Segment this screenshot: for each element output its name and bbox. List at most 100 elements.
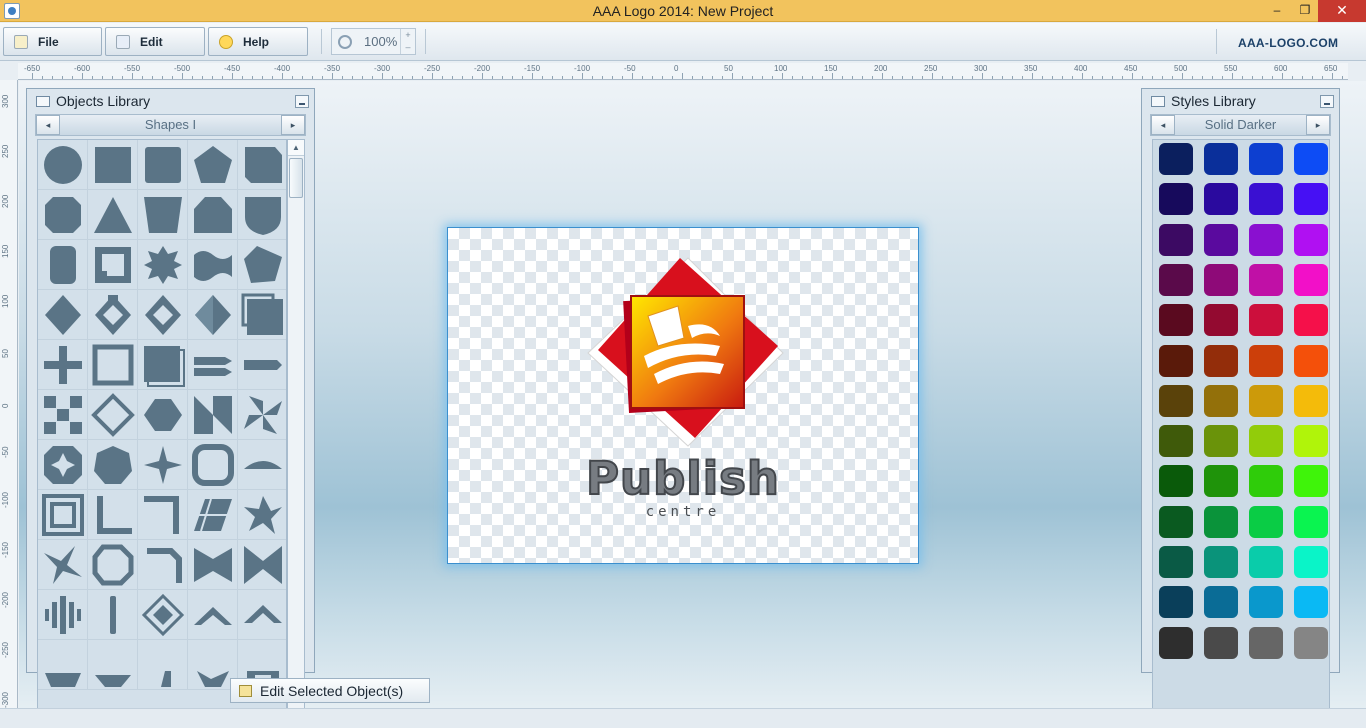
- scroll-thumb[interactable]: [289, 158, 303, 198]
- shape-star-quad[interactable]: [38, 540, 88, 590]
- shape-diamond-outline[interactable]: [138, 290, 188, 340]
- zoom-out-button[interactable]: –: [401, 41, 415, 53]
- style-swatch[interactable]: [1294, 505, 1328, 538]
- style-swatch[interactable]: [1204, 183, 1238, 216]
- prev-style-button[interactable]: ◂: [1151, 115, 1175, 135]
- style-swatch[interactable]: [1249, 183, 1283, 216]
- minimize-panel-button[interactable]: [1320, 95, 1334, 108]
- style-swatch[interactable]: [1294, 344, 1328, 377]
- style-swatch[interactable]: [1159, 344, 1193, 377]
- shape-trapezoid[interactable]: [138, 190, 188, 240]
- style-swatch[interactable]: [1294, 626, 1328, 659]
- shape-star-spin[interactable]: [238, 490, 286, 540]
- style-swatch[interactable]: [1294, 384, 1328, 417]
- scroll-up-icon[interactable]: ▲: [288, 140, 304, 156]
- style-swatch[interactable]: [1249, 546, 1283, 578]
- style-swatch[interactable]: [1294, 546, 1328, 578]
- close-button[interactable]: ✕: [1318, 0, 1366, 22]
- shape-diamond-half[interactable]: [188, 290, 238, 340]
- shape-rounded-square[interactable]: [138, 140, 188, 190]
- shape-windmill-square[interactable]: [188, 390, 238, 440]
- style-swatch[interactable]: [1249, 384, 1283, 417]
- shape-star-burst[interactable]: [138, 240, 188, 290]
- shape-diamond[interactable]: [38, 290, 88, 340]
- style-swatch[interactable]: [1249, 344, 1283, 377]
- style-swatch[interactable]: [1294, 586, 1328, 619]
- style-swatch[interactable]: [1249, 263, 1283, 296]
- style-swatch[interactable]: [1249, 304, 1283, 337]
- style-swatch[interactable]: [1159, 183, 1193, 216]
- style-swatch[interactable]: [1249, 143, 1283, 175]
- style-swatch[interactable]: [1294, 465, 1328, 498]
- shape-arrow-double[interactable]: [188, 340, 238, 390]
- shape-diamond-stack[interactable]: [138, 590, 188, 640]
- shape-heptagon[interactable]: [88, 440, 138, 490]
- style-swatch[interactable]: [1249, 223, 1283, 256]
- shape-square-offset[interactable]: [138, 340, 188, 390]
- shape-partial-c[interactable]: [138, 640, 188, 690]
- shape-partial-a[interactable]: [38, 640, 88, 690]
- shape-plus[interactable]: [38, 340, 88, 390]
- shape-shield[interactable]: [238, 190, 286, 240]
- logo-subtext[interactable]: centre: [448, 504, 918, 520]
- shape-circle[interactable]: [38, 140, 88, 190]
- shape-square-layered[interactable]: [238, 290, 286, 340]
- shape-square-bevel[interactable]: [38, 490, 88, 540]
- brand-link[interactable]: AAA-LOGO.COM: [1238, 36, 1338, 50]
- style-swatch[interactable]: [1159, 465, 1193, 498]
- logo-canvas[interactable]: Publish centre: [447, 227, 919, 564]
- shape-partial-b[interactable]: [88, 640, 138, 690]
- logo-text[interactable]: Publish: [448, 451, 918, 506]
- shape-parallelogram-grid[interactable]: [188, 490, 238, 540]
- style-swatch[interactable]: [1294, 183, 1328, 216]
- shape-triangle[interactable]: [88, 190, 138, 240]
- shape-house-pentagon[interactable]: [188, 190, 238, 240]
- style-swatch[interactable]: [1204, 304, 1238, 337]
- next-category-button[interactable]: ▸: [281, 115, 305, 135]
- style-swatch[interactable]: [1204, 546, 1238, 578]
- help-menu-button[interactable]: Help: [208, 27, 308, 56]
- shapes-scrollbar[interactable]: ▲ ▼: [287, 139, 305, 728]
- shape-chevron-up[interactable]: [188, 590, 238, 640]
- shape-corner-l[interactable]: [88, 490, 138, 540]
- shape-pentagon[interactable]: [188, 140, 238, 190]
- shape-octagon[interactable]: [38, 190, 88, 240]
- shape-cut-corner-square[interactable]: [238, 140, 286, 190]
- style-swatch[interactable]: [1249, 505, 1283, 538]
- shape-pinwheel[interactable]: [238, 390, 286, 440]
- style-swatch[interactable]: [1159, 143, 1193, 175]
- style-swatch[interactable]: [1159, 425, 1193, 458]
- style-swatch[interactable]: [1159, 546, 1193, 578]
- style-swatch[interactable]: [1204, 344, 1238, 377]
- shape-square-frame[interactable]: [88, 240, 138, 290]
- style-swatch[interactable]: [1159, 384, 1193, 417]
- style-swatch[interactable]: [1249, 465, 1283, 498]
- shape-chevron-up-wide[interactable]: [238, 590, 286, 640]
- style-swatch[interactable]: [1204, 143, 1238, 175]
- zoom-in-button[interactable]: +: [401, 29, 415, 41]
- minimize-panel-button[interactable]: [295, 95, 309, 108]
- shape-cylinder[interactable]: [38, 240, 88, 290]
- style-swatch[interactable]: [1294, 425, 1328, 458]
- style-swatch[interactable]: [1294, 304, 1328, 337]
- style-swatch[interactable]: [1159, 505, 1193, 538]
- style-swatch[interactable]: [1159, 626, 1193, 659]
- style-swatch[interactable]: [1204, 384, 1238, 417]
- style-swatch[interactable]: [1159, 304, 1193, 337]
- shape-tilted-pentagon[interactable]: [238, 240, 286, 290]
- maximize-button[interactable]: ❐: [1292, 0, 1318, 22]
- shape-hook[interactable]: [138, 540, 188, 590]
- shape-diamond-frame[interactable]: [88, 390, 138, 440]
- file-menu-button[interactable]: File: [3, 27, 102, 56]
- shape-square[interactable]: [88, 140, 138, 190]
- zoom-value[interactable]: 100%: [364, 34, 397, 49]
- shape-star-octagon[interactable]: [38, 440, 88, 490]
- edit-selected-objects-button[interactable]: Edit Selected Object(s): [230, 678, 430, 703]
- shape-arch-flat[interactable]: [238, 440, 286, 490]
- shape-bowtie-wide[interactable]: [238, 540, 286, 590]
- style-swatch[interactable]: [1249, 626, 1283, 659]
- shape-diamond-notched[interactable]: [88, 290, 138, 340]
- style-swatch[interactable]: [1249, 586, 1283, 619]
- shape-octagon-wide[interactable]: [138, 390, 188, 440]
- shape-rounded-frame[interactable]: [188, 440, 238, 490]
